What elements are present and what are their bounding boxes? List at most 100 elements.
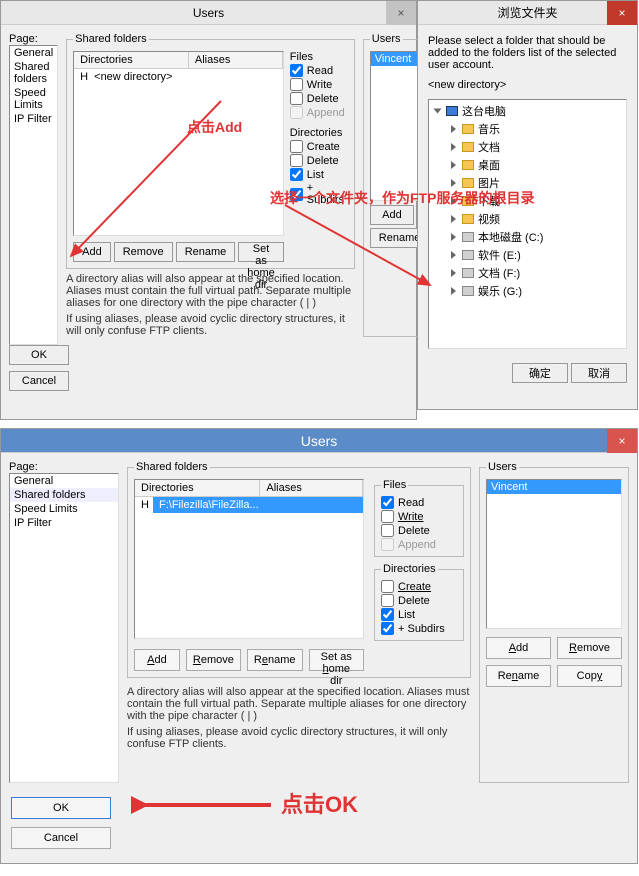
shared-folders-legend: Shared folders xyxy=(73,33,149,45)
drive-icon xyxy=(462,268,474,278)
help-text-1: A directory alias will also appear at th… xyxy=(127,686,471,722)
folder-rename-button[interactable]: Rename xyxy=(176,242,236,262)
home-marker: H xyxy=(135,497,153,513)
chk-list[interactable]: List xyxy=(290,168,348,181)
cancel-button[interactable]: Cancel xyxy=(9,371,69,391)
page-list[interactable]: General Shared folders Speed Limits IP F… xyxy=(9,473,119,783)
chk-write[interactable]: Write xyxy=(381,510,457,523)
help-text-2: If using aliases, please avoid cyclic di… xyxy=(66,313,355,337)
browse-cancel-button[interactable]: 取消 xyxy=(571,363,627,383)
tree-drive[interactable]: 娱乐 (G:) xyxy=(451,282,626,300)
ok-button[interactable]: OK xyxy=(9,345,69,365)
computer-icon xyxy=(446,106,458,116)
folders-table[interactable]: Directories Aliases H <new directory> xyxy=(73,51,284,236)
page-shared-folders[interactable]: Shared folders xyxy=(10,488,118,502)
cancel-button[interactable]: Cancel xyxy=(11,827,111,849)
page-shared-folders[interactable]: Shared folders xyxy=(10,60,57,86)
close-icon[interactable]: × xyxy=(607,1,637,25)
help-text-1: A directory alias will also appear at th… xyxy=(66,273,355,309)
page-label: Page: xyxy=(9,33,58,45)
chk-append[interactable]: Append xyxy=(290,106,348,119)
col-aliases: Aliases xyxy=(260,480,363,496)
close-icon[interactable]: × xyxy=(607,429,637,453)
tree-node[interactable]: 桌面 xyxy=(451,156,626,174)
browse-newdir: <new directory> xyxy=(428,79,627,91)
tree-node[interactable]: 音乐 xyxy=(451,120,626,138)
page-speed-limits[interactable]: Speed Limits xyxy=(10,502,118,516)
user-rename-button[interactable]: Rename xyxy=(486,665,551,687)
tree-drive[interactable]: 文档 (F:) xyxy=(451,264,626,282)
user-add-button[interactable]: Add xyxy=(370,205,414,225)
chk-ddelete[interactable]: Delete xyxy=(381,594,457,607)
folder-remove-button[interactable]: Remove xyxy=(186,649,241,671)
drive-icon xyxy=(462,250,474,260)
dir-cell[interactable]: F:\Filezilla\FileZilla... xyxy=(153,497,265,513)
users-list[interactable]: Vincent xyxy=(486,479,622,629)
browse-instructions: Please select a folder that should be ad… xyxy=(428,35,627,71)
chk-ddelete[interactable]: Delete xyxy=(290,154,348,167)
help-text-2: If using aliases, please avoid cyclic di… xyxy=(127,726,471,750)
drive-icon xyxy=(462,286,474,296)
page-list[interactable]: General Shared folders Speed Limits IP F… xyxy=(9,45,58,345)
user-vincent[interactable]: Vincent xyxy=(487,480,621,494)
chk-append[interactable]: Append xyxy=(381,538,457,551)
chk-read[interactable]: Read xyxy=(290,64,348,77)
folder-sethome-button[interactable]: Set as home dir xyxy=(238,242,284,262)
chk-subdirs[interactable]: + Subdirs xyxy=(290,182,348,206)
folder-sethome-button[interactable]: Set as home dir xyxy=(309,649,364,671)
browse-ok-button[interactable]: 确定 xyxy=(512,363,568,383)
anno-ok: 点击OK xyxy=(281,787,358,819)
title: Users xyxy=(193,6,224,20)
dirs-label: Directories xyxy=(290,127,348,139)
titlebar: Users × xyxy=(1,1,416,25)
files-label: Files xyxy=(381,479,408,491)
home-marker: H xyxy=(74,69,88,85)
folder-rename-button[interactable]: Rename xyxy=(247,649,303,671)
page-general[interactable]: General xyxy=(10,474,118,488)
chk-create[interactable]: Create xyxy=(381,580,457,593)
dirs-label: Directories xyxy=(381,563,438,575)
user-remove-button[interactable]: Remove xyxy=(557,637,622,659)
folder-icon xyxy=(462,160,474,170)
folder-icon xyxy=(462,196,474,206)
col-directories: Directories xyxy=(135,480,260,496)
titlebar: Users × xyxy=(1,429,637,453)
tree-node[interactable]: 下载 xyxy=(451,192,626,210)
chk-list[interactable]: List xyxy=(381,608,457,621)
folder-add-button[interactable]: Add xyxy=(73,242,111,262)
browse-folder-dialog: 浏览文件夹 × Please select a folder that shou… xyxy=(417,0,638,410)
tree-drive[interactable]: 本地磁盘 (C:) xyxy=(451,228,626,246)
chk-delete[interactable]: Delete xyxy=(290,92,348,105)
ok-button[interactable]: OK xyxy=(11,797,111,819)
user-copy-button[interactable]: Copy xyxy=(557,665,622,687)
page-general[interactable]: General xyxy=(10,46,57,60)
tree-root[interactable]: 这台电脑 xyxy=(435,102,626,120)
chk-read[interactable]: Read xyxy=(381,496,457,509)
folder-remove-button[interactable]: Remove xyxy=(114,242,173,262)
chk-create[interactable]: Create xyxy=(290,140,348,153)
folders-table[interactable]: Directories Aliases H F:\Filezilla\FileZ… xyxy=(134,479,364,639)
chk-write[interactable]: Write xyxy=(290,78,348,91)
shared-folders-legend: Shared folders xyxy=(134,461,210,473)
close-icon[interactable]: × xyxy=(386,1,416,25)
page-speed-limits[interactable]: Speed Limits xyxy=(10,86,57,112)
folder-add-button[interactable]: Add xyxy=(134,649,180,671)
tree-node[interactable]: 图片 xyxy=(451,174,626,192)
page-label: Page: xyxy=(9,461,119,473)
users-dialog-1: Users × Page: General Shared folders Spe… xyxy=(0,0,417,420)
tree-node[interactable]: 文档 xyxy=(451,138,626,156)
page-ip-filter[interactable]: IP Filter xyxy=(10,516,118,530)
tree-node[interactable]: 视频 xyxy=(451,210,626,228)
title: Users xyxy=(301,433,338,449)
chk-delete[interactable]: Delete xyxy=(381,524,457,537)
tree-drive[interactable]: 软件 (E:) xyxy=(451,246,626,264)
drive-icon xyxy=(462,232,474,242)
titlebar: 浏览文件夹 × xyxy=(418,1,637,25)
dir-cell[interactable]: <new directory> xyxy=(88,69,178,85)
page-ip-filter[interactable]: IP Filter xyxy=(10,112,57,126)
chk-subdirs[interactable]: + Subdirs xyxy=(381,622,457,635)
folder-tree[interactable]: 这台电脑 音乐 文档 桌面 图片 下载 视频 本地磁盘 (C:) 软件 (E:)… xyxy=(428,99,627,349)
folder-icon xyxy=(462,142,474,152)
users-legend: Users xyxy=(486,461,519,473)
user-add-button[interactable]: Add xyxy=(486,637,551,659)
